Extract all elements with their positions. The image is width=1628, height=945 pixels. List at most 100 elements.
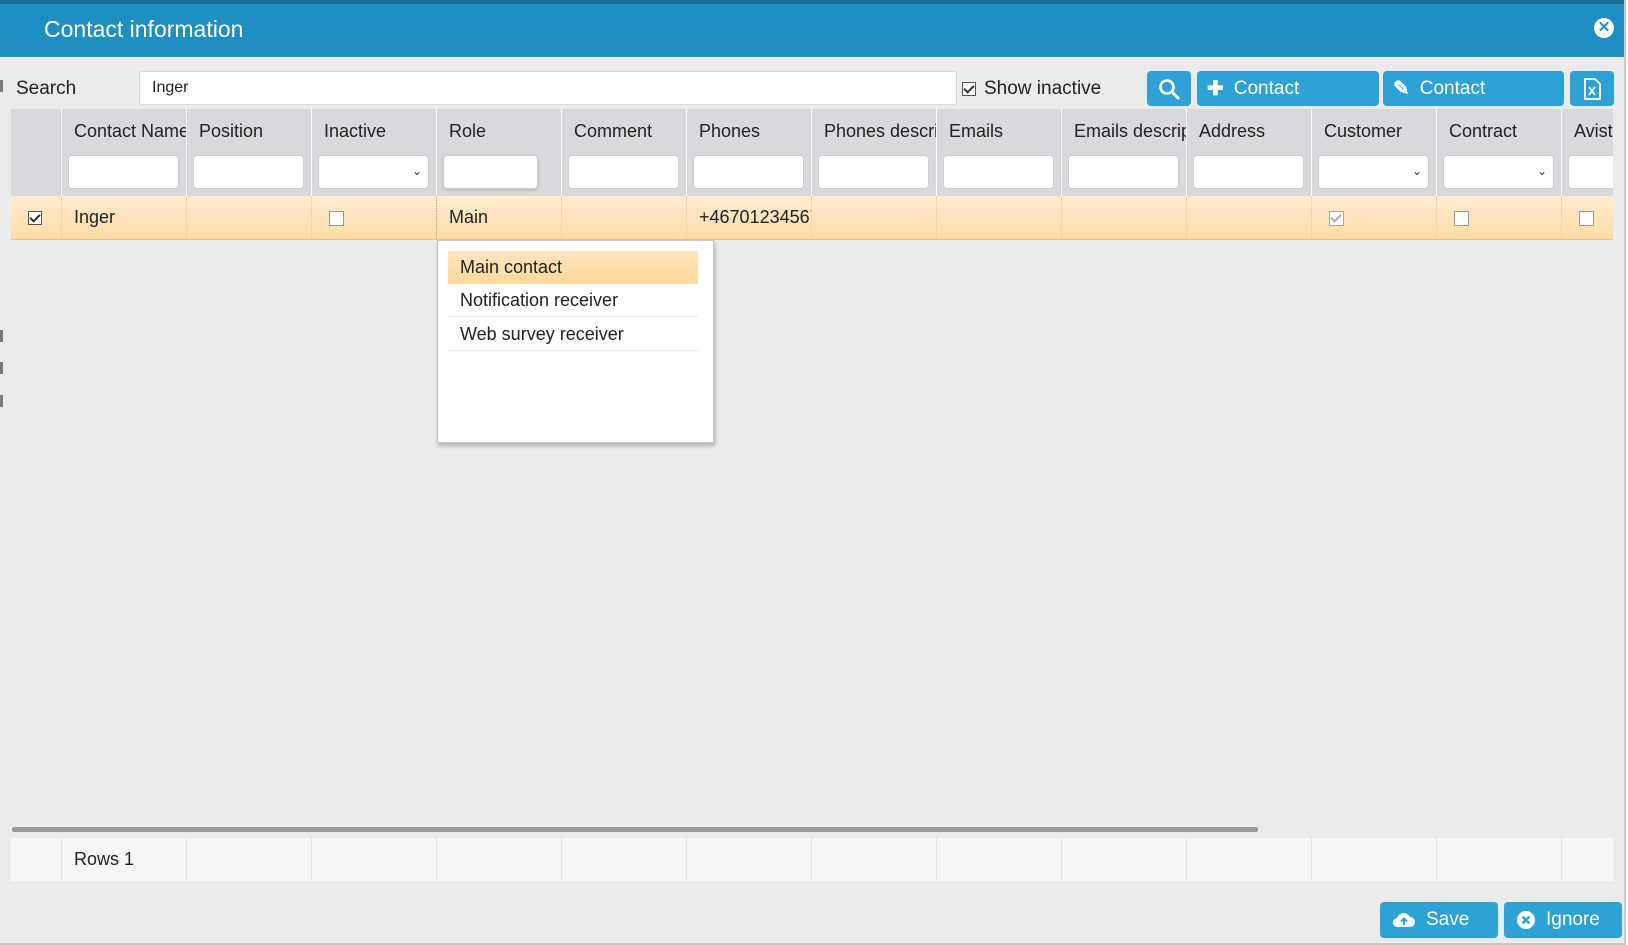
chevron-down-icon: ⌄	[1411, 164, 1422, 178]
edit-contact-button[interactable]: ✎ Contact	[1383, 71, 1564, 106]
footer-cell	[436, 838, 561, 881]
column-header-inactive[interactable]: Inactive ⌄	[311, 109, 436, 196]
excel-export-icon	[1584, 77, 1601, 100]
column-header-address[interactable]: Address	[1186, 109, 1311, 196]
search-label: Search	[16, 78, 77, 99]
rows-count: Rows 1	[61, 838, 186, 881]
show-inactive-label: Show inactive	[984, 78, 1102, 99]
footer-cell	[311, 838, 436, 881]
column-header-comment[interactable]: Comment	[561, 109, 686, 196]
role-cell[interactable]: Main	[436, 196, 561, 239]
comment-cell[interactable]	[561, 196, 686, 239]
pencil-icon: ✎	[1393, 78, 1410, 100]
background-window-edge	[0, 362, 3, 374]
contact-name-cell[interactable]: Inger	[61, 196, 186, 239]
footer-cell	[936, 838, 1061, 881]
add-contact-label: Contact	[1233, 77, 1300, 99]
show-inactive-toggle[interactable]: Show inactive	[962, 78, 1101, 100]
emails-description-cell[interactable]	[1061, 196, 1186, 239]
contract-checkbox[interactable]	[1454, 210, 1469, 226]
plus-icon: ✚	[1207, 78, 1224, 100]
ignore-button[interactable]: Ignore	[1504, 902, 1622, 938]
ignore-label: Ignore	[1546, 909, 1600, 930]
grid-footer: Rows 1	[11, 838, 1613, 881]
customer-cell[interactable]	[1311, 196, 1436, 239]
table-row[interactable]: Inger Main +46701234567	[11, 196, 1613, 240]
edit-contact-label: Contact	[1419, 77, 1486, 99]
column-header-phones-description[interactable]: Phones descrip	[811, 109, 936, 196]
row-select-cell[interactable]	[11, 196, 61, 239]
background-window-edge	[0, 330, 3, 342]
search-input[interactable]	[139, 71, 957, 105]
avista-cell[interactable]	[1561, 196, 1613, 239]
contract-cell[interactable]	[1436, 196, 1561, 239]
background-window-edge	[0, 80, 3, 92]
dialog-titlebar: Contact information ✕	[0, 0, 1624, 57]
save-label: Save	[1426, 909, 1470, 930]
footer-cell	[186, 838, 311, 881]
search-icon	[1159, 78, 1180, 99]
avista-checkbox[interactable]	[1579, 210, 1594, 226]
column-header-contract[interactable]: Contract ⌄	[1436, 109, 1561, 196]
inactive-checkbox[interactable]	[329, 210, 344, 226]
role-option-web-survey-receiver[interactable]: Web survey receiver	[448, 318, 698, 351]
show-inactive-checkbox[interactable]	[962, 82, 976, 96]
phones-description-filter[interactable]	[818, 155, 929, 189]
footer-cell	[1561, 838, 1613, 881]
phones-description-cell[interactable]	[811, 196, 936, 239]
close-icon[interactable]: ✕	[1594, 18, 1614, 38]
column-header-emails-description[interactable]: Emails descript	[1061, 109, 1186, 196]
phones-filter[interactable]	[693, 155, 804, 189]
contact-name-filter[interactable]	[68, 155, 179, 189]
emails-cell[interactable]	[936, 196, 1061, 239]
footer-cell	[561, 838, 686, 881]
save-button[interactable]: Save	[1380, 902, 1498, 938]
emails-description-filter[interactable]	[1068, 155, 1179, 189]
add-contact-button[interactable]: ✚ Contact	[1197, 71, 1379, 106]
column-header-position[interactable]: Position	[186, 109, 311, 196]
footer-cell	[1186, 838, 1311, 881]
footer-cell	[1311, 838, 1436, 881]
customer-filter-select[interactable]: ⌄	[1318, 155, 1429, 189]
phones-cell[interactable]: +46701234567	[686, 196, 811, 239]
footer-cell	[686, 838, 811, 881]
chevron-down-icon: ⌄	[1536, 164, 1547, 178]
customer-checkbox[interactable]	[1329, 210, 1344, 226]
inactive-filter-select[interactable]: ⌄	[318, 155, 429, 189]
role-option-notification-receiver[interactable]: Notification receiver	[448, 284, 698, 317]
footer-cell	[11, 838, 61, 881]
horizontal-scrollbar[interactable]	[12, 827, 1258, 832]
footer-cell	[1061, 838, 1186, 881]
cancel-icon	[1517, 911, 1535, 929]
grid-header: Contact Name Position Inactive ⌄ Role Co…	[11, 109, 1613, 196]
address-filter[interactable]	[1193, 155, 1304, 189]
cloud-upload-icon	[1392, 913, 1415, 928]
address-cell[interactable]	[1186, 196, 1311, 239]
inactive-cell[interactable]	[311, 196, 436, 239]
chevron-down-icon: ⌄	[411, 164, 422, 178]
row-select-checkbox[interactable]	[28, 211, 42, 226]
column-header-phones[interactable]: Phones	[686, 109, 811, 196]
emails-filter[interactable]	[943, 155, 1054, 189]
comment-filter[interactable]	[568, 155, 679, 189]
contact-information-dialog: Contact information ✕ Search Show inacti…	[0, 0, 1626, 945]
dialog-title: Contact information	[44, 16, 244, 42]
avista-filter[interactable]	[1568, 155, 1613, 189]
export-excel-button[interactable]	[1570, 71, 1614, 106]
column-header-avista[interactable]: Avista	[1561, 109, 1613, 196]
role-dropdown-list: Main contact Notification receiver Web s…	[437, 240, 714, 443]
footer-cell	[1436, 838, 1561, 881]
column-header-select	[11, 109, 61, 196]
contract-filter-select[interactable]: ⌄	[1443, 155, 1554, 189]
background-window-edge	[0, 395, 3, 407]
search-button[interactable]	[1147, 71, 1191, 106]
role-filter[interactable]	[443, 155, 538, 189]
role-option-main-contact[interactable]: Main contact	[448, 251, 698, 284]
column-header-role[interactable]: Role	[436, 109, 561, 196]
column-header-emails[interactable]: Emails	[936, 109, 1061, 196]
column-header-customer[interactable]: Customer ⌄	[1311, 109, 1436, 196]
position-filter[interactable]	[193, 155, 304, 189]
column-header-contact-name[interactable]: Contact Name	[61, 109, 186, 196]
position-cell[interactable]	[186, 196, 311, 239]
footer-cell	[811, 838, 936, 881]
